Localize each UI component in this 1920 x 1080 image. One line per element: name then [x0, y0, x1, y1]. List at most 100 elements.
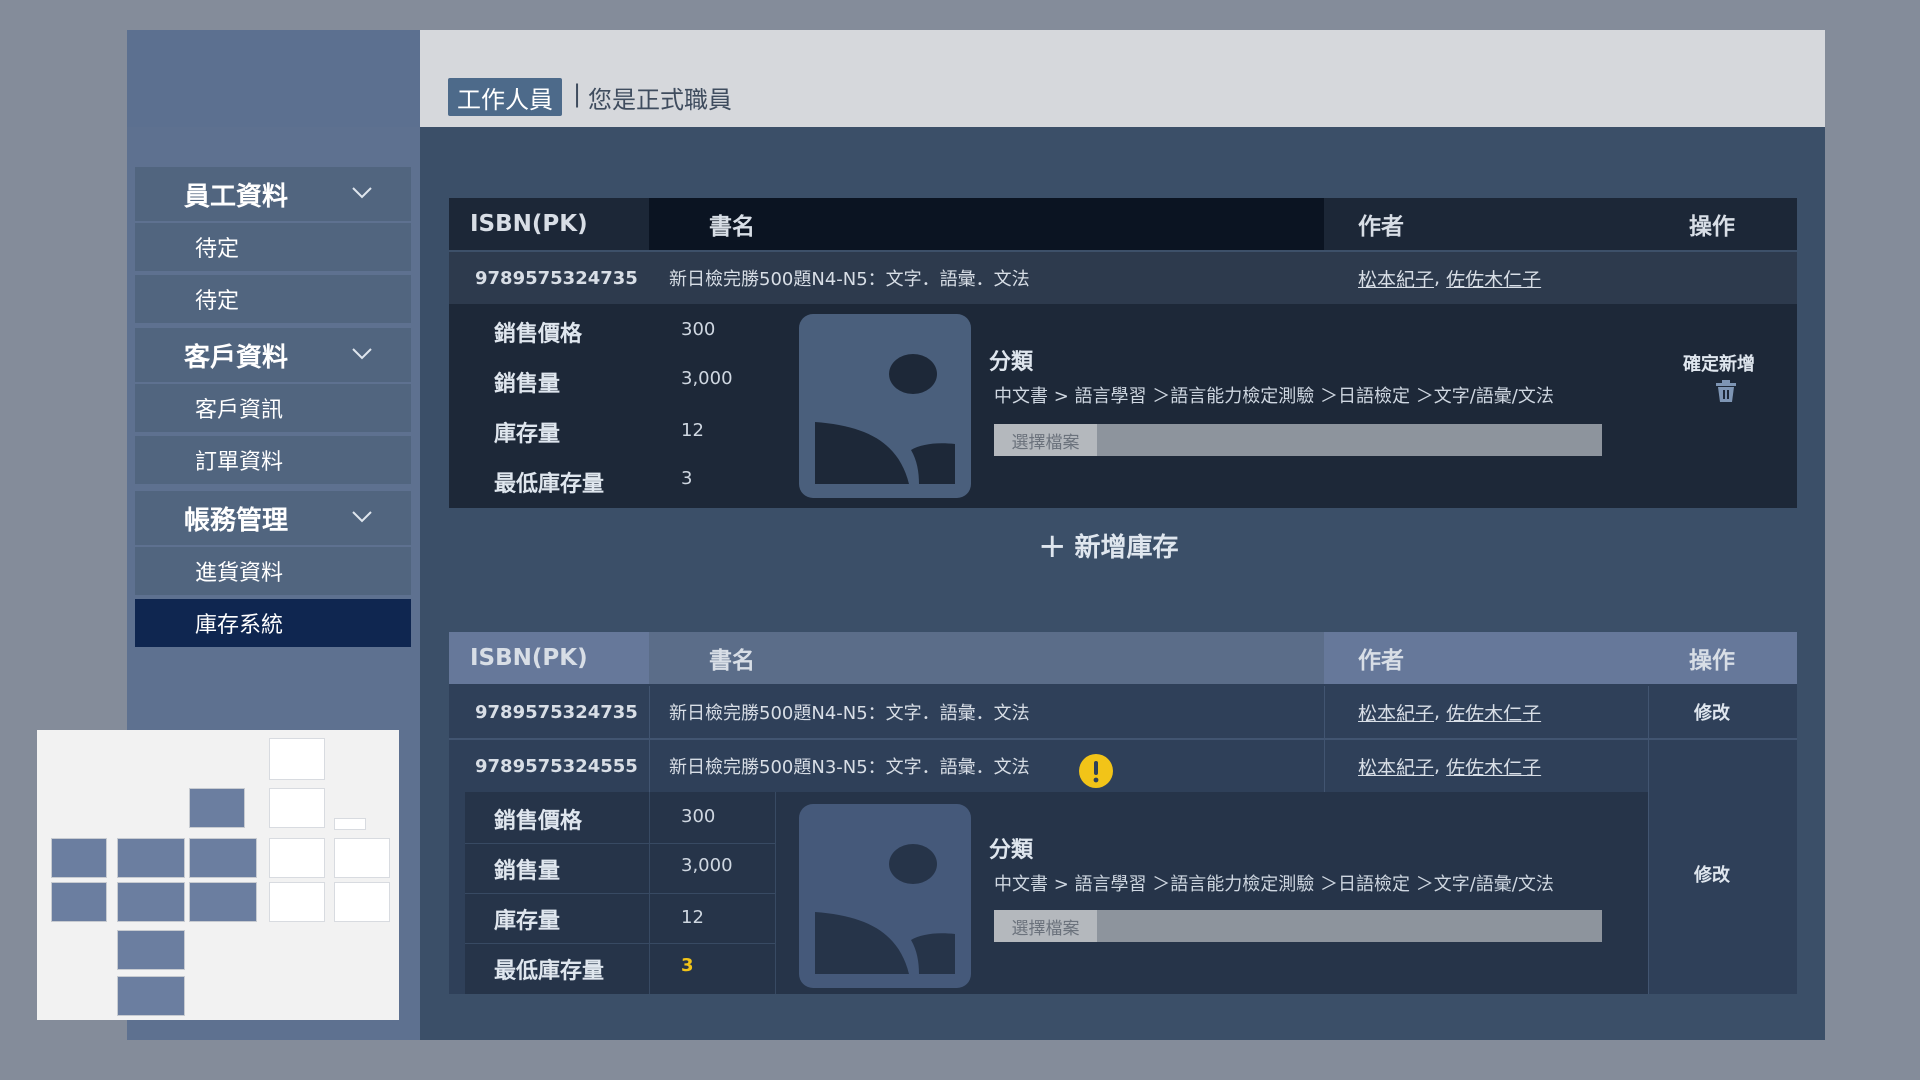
- header-actions: 操作: [1689, 648, 1735, 674]
- sidebar-item-customer-info[interactable]: 客戶資訊: [135, 384, 411, 432]
- table-header: ISBN(PK) 書名 作者 操作: [449, 198, 1797, 250]
- new-entry-table: ISBN(PK) 書名 作者 操作 9789575324735 新日檢完勝500…: [449, 198, 1797, 508]
- image-placeholder-icon[interactable]: [799, 804, 971, 988]
- sidebar-group-customer[interactable]: 客戶資料: [135, 328, 411, 382]
- minimap-thumb: [51, 838, 107, 878]
- role-text: 您是正式職員: [588, 86, 732, 114]
- price-value[interactable]: 300: [681, 319, 715, 340]
- table-row: 9789575324555 新日檢完勝500題N3-N5：文字．語彙．文法 松本…: [449, 740, 1797, 792]
- role-badge: 工作人員: [448, 78, 562, 116]
- header-author: 作者: [1358, 214, 1404, 240]
- isbn-value: 9789575324555: [475, 755, 638, 777]
- choose-file-button[interactable]: 選擇檔案: [994, 910, 1097, 942]
- inventory-table: ISBN(PK) 書名 作者 操作 9789575324735 新日檢完勝500…: [449, 632, 1797, 994]
- sidebar-group-employee[interactable]: 員工資料: [135, 167, 411, 221]
- add-stock-label: 新增庫存: [1074, 533, 1179, 563]
- author-list: 松本紀子, 佐佐木仁子: [1358, 686, 1541, 738]
- minimap-thumb: [189, 788, 245, 828]
- sidebar-item-label: 庫存系統: [195, 613, 284, 638]
- author-link[interactable]: 佐佐木仁子: [1446, 265, 1541, 292]
- stock-value[interactable]: 12: [681, 420, 704, 441]
- sales-label: 銷售量: [494, 372, 561, 397]
- min-stock-label: 最低庫存量: [494, 472, 605, 497]
- sidebar-group-label: 員工資料: [184, 181, 289, 212]
- sidebar-item-purchases[interactable]: 進貨資料: [135, 547, 411, 595]
- sidebar-item-label: 訂單資料: [195, 450, 284, 475]
- minimap-thumb: [269, 738, 325, 780]
- sidebar-group-label: 帳務管理: [184, 505, 289, 536]
- file-input[interactable]: 選擇檔案: [994, 910, 1602, 942]
- image-placeholder-icon[interactable]: [799, 314, 971, 498]
- author-link[interactable]: 松本紀子: [1358, 699, 1434, 726]
- header-actions: 操作: [1689, 214, 1735, 240]
- author-separator: ,: [1434, 755, 1441, 777]
- sales-value: 3,000: [681, 855, 733, 876]
- trash-icon[interactable]: [1715, 379, 1737, 403]
- minimap-thumb: [117, 930, 185, 970]
- confirm-add-button[interactable]: 確定新增: [1683, 350, 1755, 376]
- sidebar-item-label: 進貨資料: [195, 561, 284, 586]
- minimap-thumb: [269, 882, 325, 922]
- header-title: 書名: [709, 648, 755, 674]
- category-title: 分類: [989, 350, 1034, 375]
- author-link[interactable]: 佐佐木仁子: [1446, 753, 1541, 780]
- minimap-thumb: [189, 838, 257, 878]
- sidebar-group-accounting[interactable]: 帳務管理: [135, 491, 411, 545]
- stock-label: 庫存量: [494, 422, 561, 447]
- role-separator: |: [573, 80, 582, 108]
- exclamation-icon: [1079, 754, 1113, 788]
- chevron-down-icon: [352, 511, 372, 523]
- author-list: 松本紀子, 佐佐木仁子: [1358, 740, 1541, 792]
- sales-label: 銷售量: [494, 859, 561, 884]
- minimap-thumb: [269, 788, 325, 828]
- sidebar-group-label: 客戶資料: [184, 342, 289, 373]
- chevron-down-icon: [352, 348, 372, 360]
- sidebar-item-orders[interactable]: 訂單資料: [135, 436, 411, 484]
- minimap-thumb: [189, 882, 257, 922]
- min-stock-value[interactable]: 3: [681, 468, 692, 489]
- sidebar-item-label: 客戶資訊: [195, 398, 284, 423]
- minimap-thumb: [334, 838, 390, 878]
- add-stock-button[interactable]: + 新增庫存: [1038, 527, 1179, 564]
- author-link[interactable]: 松本紀子: [1358, 265, 1434, 292]
- table-row: 9789575324735 新日檢完勝500題N4-N5：文字．語彙．文法 松本…: [449, 686, 1797, 738]
- sales-value[interactable]: 3,000: [681, 368, 733, 389]
- file-input[interactable]: 選擇檔案: [994, 424, 1602, 456]
- category-path: 中文書 > 語言學習 ＞語言能力檢定測驗 ＞日語檢定 ＞文字/語彙/文法: [994, 386, 1554, 407]
- author-separator: ,: [1434, 267, 1441, 289]
- minimap-thumb: [334, 818, 366, 830]
- book-title: 新日檢完勝500題N3-N5：文字．語彙．文法: [669, 757, 1030, 778]
- price-value: 300: [681, 806, 716, 827]
- header-isbn: ISBN(PK): [470, 645, 588, 671]
- top-bar: 工作人員 | 您是正式職員: [420, 30, 1825, 127]
- sidebar-item-pending-1[interactable]: 待定: [135, 223, 411, 271]
- minimap-thumb: [334, 882, 390, 922]
- isbn-value: 9789575324735: [475, 267, 638, 289]
- sidebar-item-inventory[interactable]: 庫存系統: [135, 599, 411, 647]
- minimap-thumb: [117, 838, 185, 878]
- price-label: 銷售價格: [494, 809, 583, 834]
- author-link[interactable]: 佐佐木仁子: [1446, 699, 1541, 726]
- author-separator: ,: [1434, 701, 1441, 723]
- minimap-thumb: [51, 882, 107, 922]
- sidebar-item-label: 待定: [195, 237, 240, 262]
- choose-file-button[interactable]: 選擇檔案: [994, 424, 1097, 456]
- minimap[interactable]: [37, 730, 399, 1020]
- plus-icon: +: [1038, 525, 1067, 566]
- min-stock-label: 最低庫存量: [494, 959, 605, 984]
- edit-button[interactable]: 修改: [1694, 861, 1730, 887]
- min-stock-value: 3: [681, 955, 694, 976]
- book-title: 新日檢完勝500題N4-N5：文字．語彙．文法: [669, 703, 1030, 724]
- price-label: 銷售價格: [494, 322, 583, 347]
- author-list: 松本紀子, 佐佐木仁子: [1358, 252, 1541, 304]
- header-author: 作者: [1358, 648, 1404, 674]
- edit-button[interactable]: 修改: [1694, 686, 1730, 738]
- author-link[interactable]: 松本紀子: [1358, 753, 1434, 780]
- category-path: 中文書 > 語言學習 ＞語言能力檢定測驗 ＞日語檢定 ＞文字/語彙/文法: [994, 874, 1554, 895]
- sidebar-header: [127, 30, 420, 127]
- book-title: 新日檢完勝500題N4-N5：文字．語彙．文法: [669, 269, 1030, 290]
- minimap-thumb: [117, 976, 185, 1016]
- sidebar-item-pending-2[interactable]: 待定: [135, 275, 411, 323]
- header-isbn: ISBN(PK): [470, 211, 588, 237]
- table-header: ISBN(PK) 書名 作者 操作: [449, 632, 1797, 684]
